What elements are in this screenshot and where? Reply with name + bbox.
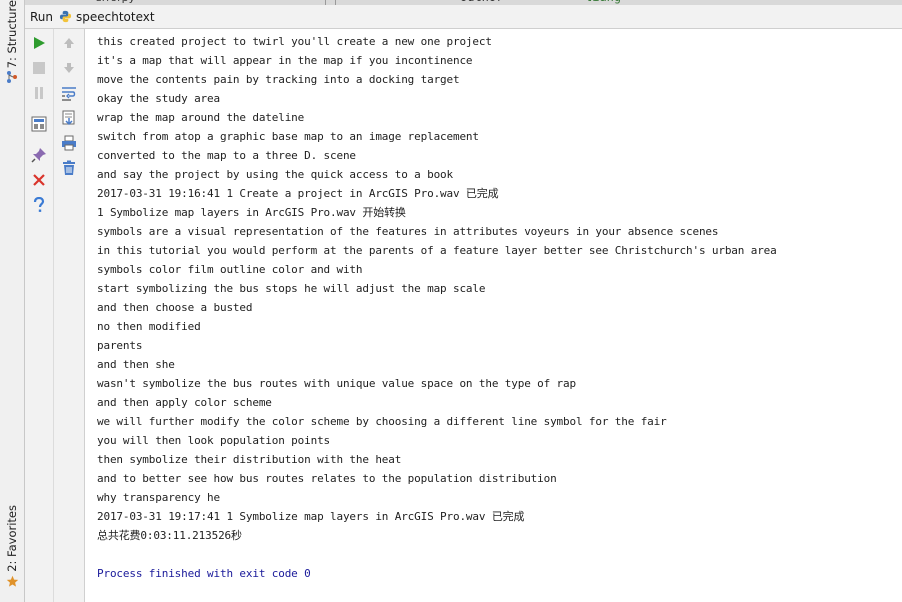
console-line: and say the project by using the quick a…: [97, 168, 453, 181]
soft-wrap-icon: [62, 87, 76, 101]
pin-icon: [31, 148, 46, 163]
pause-icon: [35, 87, 43, 99]
console-line: converted to the map to a three D. scene: [97, 149, 356, 162]
stop-button[interactable]: [29, 58, 49, 78]
scroll-to-end-icon: [62, 110, 75, 126]
restore-layout-button[interactable]: [29, 114, 49, 134]
console-line: switch from atop a graphic base map to a…: [97, 130, 479, 143]
console-line: in this tutorial you would perform at th…: [97, 244, 777, 257]
down-arrow-icon: [64, 63, 74, 73]
up-arrow-icon: [64, 38, 74, 48]
console-line: why transparency he: [97, 491, 220, 504]
close-run-tab-button[interactable]: [29, 170, 49, 190]
editor-tab-file[interactable]: errorpy: [95, 0, 135, 4]
console-line: 总共花费0:03:11.213526秒: [97, 529, 242, 542]
structure-tab-label: 7: Structure: [5, 0, 19, 69]
python-icon: [59, 10, 72, 23]
tool-window-structure-tab[interactable]: 7: Structure: [2, 0, 22, 90]
console-line: parents: [97, 339, 143, 352]
soft-wrap-button[interactable]: [59, 83, 79, 103]
process-exit-line: Process finished with exit code 0: [97, 567, 311, 580]
scroll-to-end-button[interactable]: [59, 108, 79, 128]
console-line: we will further modify the color scheme …: [97, 415, 667, 428]
stop-icon: [33, 62, 45, 74]
help-button[interactable]: [29, 195, 49, 215]
console-line: move the contents pain by tracking into …: [97, 73, 460, 86]
console-line: you will then look population points: [97, 434, 331, 447]
print-icon: [62, 135, 76, 151]
run-toolbar-secondary: [54, 29, 85, 602]
console-line: symbols are a visual representation of t…: [97, 225, 719, 238]
console-line: then symbolize their distribution with t…: [97, 453, 402, 466]
run-panel-title: Run: [30, 9, 54, 24]
console-line: symbols color film outline color and wit…: [97, 263, 363, 276]
star-icon: [6, 575, 18, 587]
help-icon: [33, 197, 45, 212]
console-line: start symbolizing the bus stops he will …: [97, 282, 486, 295]
console-line: wasn't symbolize the bus routes with uni…: [97, 377, 576, 390]
tool-window-stripe: 7: Structure 2: Favorites: [0, 0, 25, 602]
rerun-button[interactable]: [29, 33, 49, 53]
run-config-name[interactable]: speechtotext: [76, 10, 155, 24]
editor-code-fragment: liang: [585, 0, 621, 4]
restore-layout-icon: [31, 116, 47, 132]
run-toolbar-primary: [25, 29, 54, 602]
tool-window-favorites-tab[interactable]: 2: Favorites: [2, 505, 22, 600]
structure-icon: [7, 71, 17, 84]
favorites-tab-label: 2: Favorites: [5, 505, 19, 572]
console-line: and to better see how bus routes relates…: [97, 472, 557, 485]
previous-occurrence-button[interactable]: [59, 33, 79, 53]
run-icon: [34, 37, 45, 49]
console-line: no then modified: [97, 320, 201, 333]
console-line: 2017-03-31 19:16:41 1 Create a project i…: [97, 187, 499, 200]
console-output[interactable]: this created project to twirl you'll cre…: [85, 29, 902, 602]
close-icon: [33, 174, 45, 186]
console-line: and then apply color scheme: [97, 396, 272, 409]
next-occurrence-button[interactable]: [59, 58, 79, 78]
run-panel-header: Run speechtotext: [25, 5, 902, 29]
console-line: and then choose a busted: [97, 301, 253, 314]
console-line: 2017-03-31 19:17:41 1 Symbolize map laye…: [97, 510, 525, 523]
editor-code-fragment: outhor: [460, 0, 503, 4]
pause-button[interactable]: [29, 83, 49, 103]
console-line: and then she: [97, 358, 175, 371]
console-line: this created project to twirl you'll cre…: [97, 35, 492, 48]
pin-tab-button[interactable]: [29, 145, 49, 165]
console-line: okay the study area: [97, 92, 220, 105]
console-line: wrap the map around the dateline: [97, 111, 305, 124]
clear-all-button[interactable]: [59, 158, 79, 178]
console-line: 1 Symbolize map layers in ArcGIS Pro.wav…: [97, 206, 406, 219]
console-line: it's a map that will appear in the map i…: [97, 54, 473, 67]
trash-icon: [63, 160, 75, 175]
print-button[interactable]: [59, 133, 79, 153]
